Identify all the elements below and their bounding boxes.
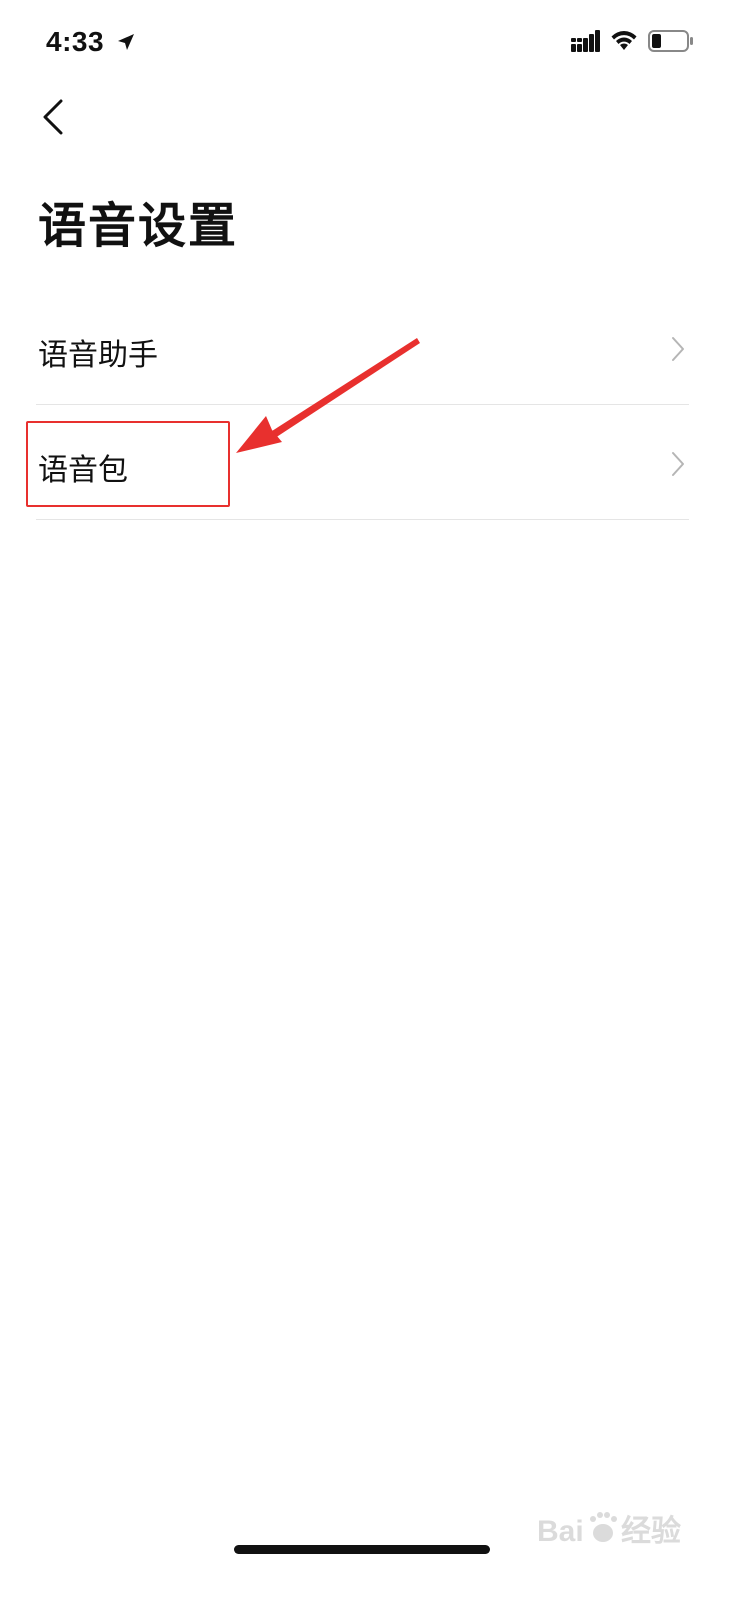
annotation-arrow-icon [236, 338, 420, 453]
battery-low-icon [648, 30, 693, 52]
cellular-signal-icon [571, 30, 600, 52]
status-bar: 4:33 [0, 0, 739, 90]
back-button[interactable] [28, 92, 78, 142]
home-indicator[interactable] [234, 1545, 490, 1554]
annotation-highlight-box [26, 421, 230, 507]
svg-text:经验: 经验 [621, 1514, 681, 1548]
page-title: 语音设置 [38, 198, 239, 254]
chevron-right-icon [672, 452, 684, 476]
chevron-left-icon [43, 99, 63, 135]
baidu-paw-logo: Bai 经验 [537, 1512, 681, 1548]
svg-text:Bai: Bai [537, 1515, 584, 1548]
chevron-right-icon [672, 337, 684, 361]
divider [36, 519, 689, 520]
wifi-icon [611, 31, 637, 50]
baidu-watermark: Bai 经验 [537, 1500, 687, 1560]
settings-item-label: 语音助手 [38, 338, 158, 373]
status-time: 4:33 [46, 26, 105, 57]
location-arrow-icon [118, 34, 134, 50]
